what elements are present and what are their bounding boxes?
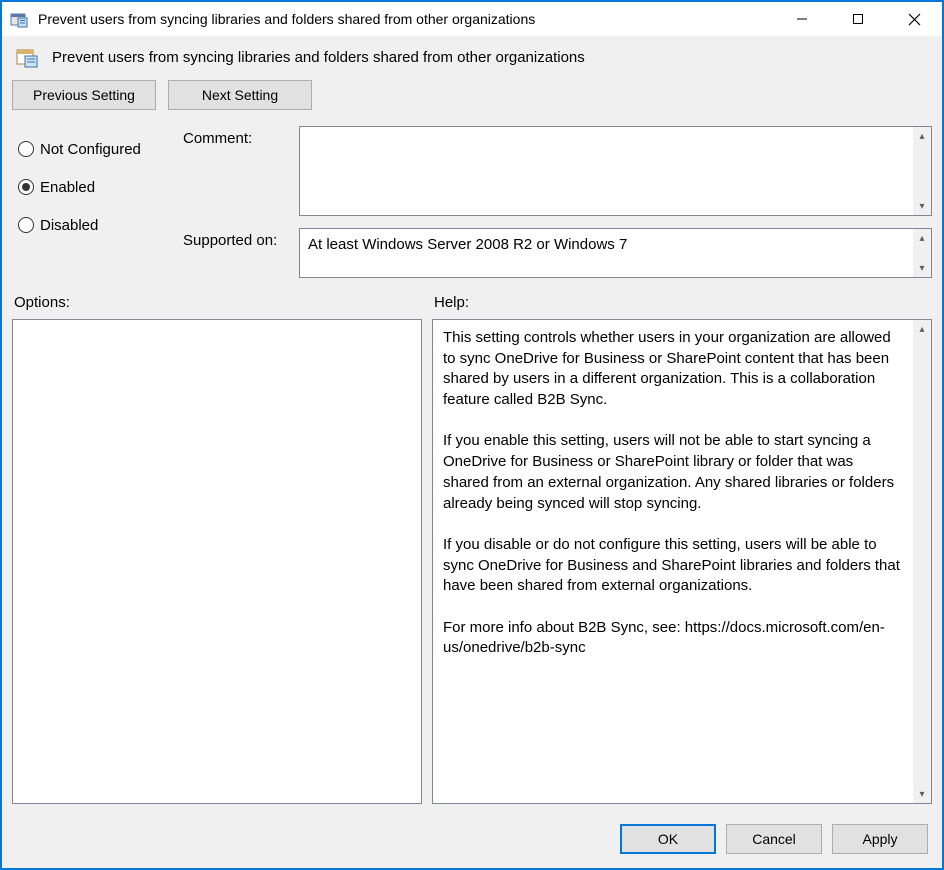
supported-box: At least Windows Server 2008 R2 or Windo… [299,228,932,278]
policy-title: Prevent users from syncing libraries and… [52,49,585,66]
comment-row: Comment: ▴ ▾ [183,126,932,216]
window-controls [774,2,942,36]
comment-input[interactable] [300,127,913,215]
state-not-configured[interactable]: Not Configured [18,130,167,168]
policy-header: Prevent users from syncing libraries and… [2,36,942,74]
nav-buttons: Previous Setting Next Setting [2,74,942,126]
options-panel [12,319,422,804]
app-icon [10,11,28,29]
scroll-track[interactable] [913,247,931,259]
title-bar: Prevent users from syncing libraries and… [2,2,942,36]
previous-setting-button[interactable]: Previous Setting [12,80,156,110]
state-and-fields: Not Configured Enabled Disabled Comment: [2,126,942,284]
cancel-button[interactable]: Cancel [726,824,822,854]
radio-icon [18,141,34,157]
close-button[interactable] [886,2,942,36]
scroll-up-icon[interactable]: ▴ [913,127,931,145]
maximize-button[interactable] [830,2,886,36]
supported-row: Supported on: At least Windows Server 20… [183,228,932,278]
client-area: Prevent users from syncing libraries and… [2,36,942,868]
footer-buttons: OK Cancel Apply [2,816,942,868]
state-radio-group: Not Configured Enabled Disabled [12,126,167,278]
scroll-down-icon[interactable]: ▾ [913,197,931,215]
scroll-up-icon[interactable]: ▴ [913,320,931,338]
scroll-down-icon[interactable]: ▾ [913,259,931,277]
options-section-label: Options: [12,294,422,313]
section-labels: Options: Help: [2,284,942,319]
help-panel: This setting controls whether users in y… [432,319,932,804]
supported-label: Supported on: [183,228,291,249]
radio-icon [18,179,34,195]
ok-button[interactable]: OK [620,824,716,854]
comment-box: ▴ ▾ [299,126,932,216]
state-enabled[interactable]: Enabled [18,168,167,206]
next-setting-button[interactable]: Next Setting [168,80,312,110]
scrollbar: ▴ ▾ [913,320,931,803]
scrollbar: ▴ ▾ [913,127,931,215]
scroll-down-icon[interactable]: ▾ [913,785,931,803]
comment-label: Comment: [183,126,291,147]
window-title: Prevent users from syncing libraries and… [38,11,774,27]
policy-icon [16,46,38,68]
panels-row: This setting controls whether users in y… [2,319,942,816]
state-disabled[interactable]: Disabled [18,206,167,244]
supported-value: At least Windows Server 2008 R2 or Windo… [300,229,913,277]
help-section-label: Help: [432,294,932,313]
radio-label: Disabled [40,217,98,234]
radio-label: Not Configured [40,141,141,158]
dialog-window: Prevent users from syncing libraries and… [0,0,944,870]
radio-icon [18,217,34,233]
scroll-track[interactable] [913,338,931,785]
apply-button[interactable]: Apply [832,824,928,854]
radio-label: Enabled [40,179,95,196]
help-text: This setting controls whether users in y… [433,320,913,803]
fields-column: Comment: ▴ ▾ Supported on: At least Wind… [183,126,932,278]
scrollbar: ▴ ▾ [913,229,931,277]
minimize-button[interactable] [774,2,830,36]
scroll-up-icon[interactable]: ▴ [913,229,931,247]
scroll-track[interactable] [913,145,931,197]
